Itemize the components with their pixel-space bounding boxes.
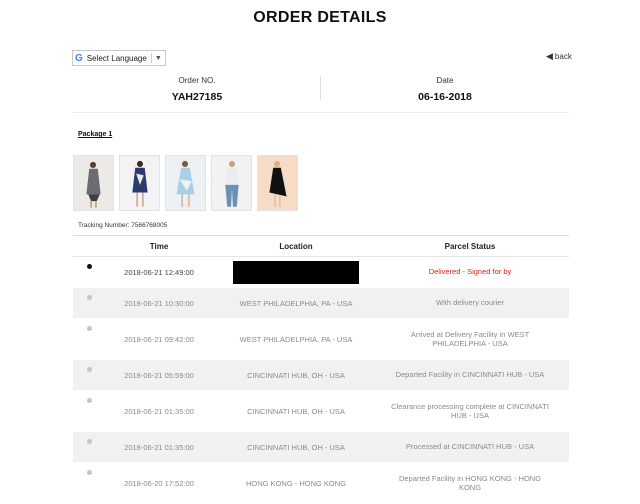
row-location: HONG KONG - HONG KONG: [245, 478, 346, 488]
row-location: WEST PHILADELPHIA, PA - USA: [239, 298, 353, 308]
table-row: 2018-06-21 09:42:00 WEST PHILADELPHIA, P…: [73, 319, 569, 360]
row-time: 2018-06-21 09:42:00: [124, 334, 194, 344]
package-label[interactable]: Package 1: [78, 131, 112, 138]
row-status: Clearance processing complete at CINCINN…: [391, 401, 549, 420]
language-select-divider: [150, 53, 152, 63]
row-time: 2018-06-21 10:30:00: [124, 298, 194, 308]
row-status: Departed Facility in CINCINNATI HUB - US…: [395, 370, 545, 380]
row-time: 2018-06-21 05:59:00: [124, 370, 194, 380]
table-row: 2018-06-21 10:30:00 WEST PHILADELPHIA, P…: [73, 288, 569, 319]
row-status: Departed Facility in HONG KONG - HONG KO…: [398, 473, 542, 492]
language-select[interactable]: G Select Language ▼: [72, 50, 166, 66]
row-location: WEST PHILADELPHIA, PA - USA: [239, 334, 353, 344]
back-arrow-icon: ◀: [546, 51, 553, 61]
product-thumbnail[interactable]: [257, 155, 298, 211]
product-thumbnails: [73, 155, 298, 211]
row-time: 2018-06-20 17:52:00: [124, 478, 194, 488]
row-status: Delivered - Signed for by: [428, 267, 512, 277]
row-status: With delivery courier: [436, 298, 504, 308]
status-dot-icon: [87, 264, 92, 269]
row-time: 2018-06-21 01:35:00: [124, 406, 194, 416]
table-row: 2018-06-20 17:52:00 HONG KONG - HONG KON…: [73, 463, 569, 504]
back-label: back: [554, 52, 572, 61]
status-dot-icon: [87, 367, 92, 372]
order-date-value: 06-16-2018: [418, 91, 472, 103]
status-dot-icon: [87, 295, 92, 300]
header-status: Parcel Status: [444, 241, 496, 251]
status-dot-icon: [87, 326, 92, 331]
product-thumbnail[interactable]: [211, 155, 252, 211]
order-date-block: Date 06-16-2018: [320, 76, 570, 103]
order-date-label: Date: [436, 76, 454, 85]
redacted-location: [233, 260, 359, 284]
product-thumbnail[interactable]: [119, 155, 160, 211]
row-time: 2018-06-21 12:49:00: [124, 267, 194, 277]
tracking-table: Time Location Parcel Status 2018-06-21 1…: [73, 235, 569, 504]
order-number-block: Order NO. YAH27185: [72, 76, 322, 103]
header-spacer: [73, 236, 97, 256]
row-location: CINCINNATI HUB, OH - USA: [247, 442, 345, 452]
table-row: 2018-06-21 01:35:00 CINCINNATI HUB, OH -…: [73, 432, 569, 463]
header-location: Location: [279, 241, 313, 251]
product-thumbnail[interactable]: [165, 155, 206, 211]
order-number-label: Order NO.: [178, 76, 216, 85]
status-dot-icon: [87, 439, 92, 444]
row-location: [221, 260, 371, 284]
info-rule: [72, 112, 569, 113]
back-link[interactable]: ◀ back: [546, 51, 572, 62]
row-location: CINCINNATI HUB, OH - USA: [247, 370, 345, 380]
language-select-label: Select Language: [86, 53, 147, 63]
tracking-number: Tracking Number: 7566768005: [78, 222, 168, 229]
table-row: 2018-06-21 12:49:00 Delivered - Signed f…: [73, 257, 569, 288]
tracking-table-header: Time Location Parcel Status: [73, 236, 569, 257]
status-dot-icon: [87, 470, 92, 475]
page-title: ORDER DETAILS: [253, 9, 387, 26]
dropdown-arrow-icon: ▼: [154, 54, 162, 62]
row-location: CINCINNATI HUB, OH - USA: [247, 406, 345, 416]
table-row: 2018-06-21 01:35:00 CINCINNATI HUB, OH -…: [73, 391, 569, 432]
product-thumbnail[interactable]: [73, 155, 114, 211]
row-status: Arrived at Delivery Facility in WEST PHI…: [410, 329, 530, 348]
header-time: Time: [149, 241, 169, 251]
table-row: 2018-06-21 05:59:00 CINCINNATI HUB, OH -…: [73, 360, 569, 391]
row-status: Processed at CINCINNATI HUB - USA: [405, 442, 535, 452]
row-time: 2018-06-21 01:35:00: [124, 442, 194, 452]
status-dot-icon: [87, 398, 92, 403]
order-number-value: YAH27185: [171, 91, 223, 103]
google-g-icon: G: [75, 52, 83, 64]
